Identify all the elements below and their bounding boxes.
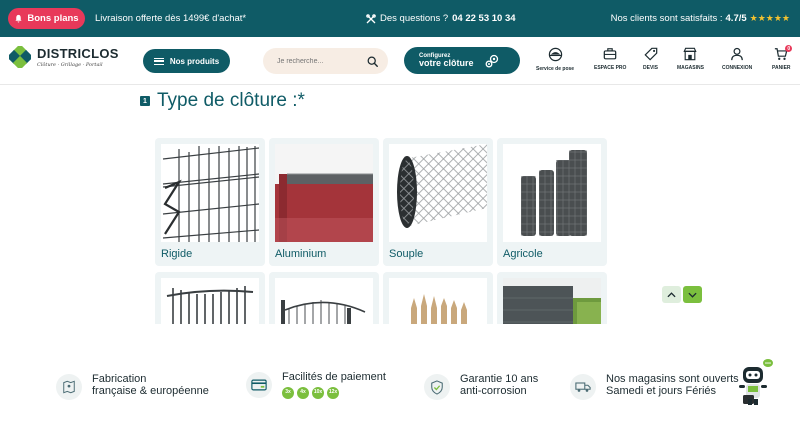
fence-option-rigide[interactable]: Rigide [155,138,265,266]
scroll-up-button[interactable] [662,286,681,303]
hamburger-menu-icon [153,57,164,65]
payment-chip: 12x [327,386,339,399]
tools-icon [366,13,376,23]
fence-option-label: Aluminium [275,248,327,260]
nos-produits-label: Nos produits [169,56,220,66]
fence-option-aluminium[interactable]: Aluminium [269,138,379,266]
customer-rating: Nos clients sont satisfaits : 4.7/5 ★★★★… [611,13,790,24]
payment-options: 3x 4x 10x 12x [282,386,386,399]
feature-line1: Garantie 10 ans [460,373,539,385]
questions-label: Des questions ? [380,13,449,24]
reassurance-bar: Fabrication française & européenne Facil… [0,362,800,412]
feature-line2: anti-corrosion [460,384,527,397]
tag-icon [643,47,657,61]
fence-image [503,278,601,324]
satisfied-label: Nos clients sont satisfaits : [610,13,723,24]
step-title: 1 Type de clôture :* [140,90,305,112]
nav-service-de-pose[interactable]: Service de pose [536,47,574,72]
delivery-truck-icon [570,374,596,400]
worker-helmet-icon [548,47,562,62]
aluminium-fence-image [275,144,373,242]
nos-produits-button[interactable]: Nos produits [143,49,230,73]
logo-tagline: Clôture · Grillage · Portail [37,62,103,68]
feature-line1: Nos magasins sont ouverts [606,373,739,385]
nav-connexion[interactable]: CONNEXION [722,47,752,71]
fence-option-label: Agricole [503,248,543,260]
step-number-badge: 1 [140,96,150,106]
nav-espace-pro[interactable]: ESPACE PRO [594,47,626,71]
shipping-banner: Livraison offerte dès 1499€ d'achat* [95,13,247,24]
config-line2: votre clôture [419,57,474,68]
phone-number[interactable]: 04 22 53 10 34 [452,13,515,24]
search-input[interactable] [277,57,367,65]
map-pin-icon [56,374,82,400]
search-icon[interactable] [367,55,378,68]
user-icon [731,47,744,61]
chatbot-launcher[interactable] [735,357,775,407]
feature-line2: Samedi et jours Fériés [606,384,717,397]
nav-magasins[interactable]: MAGASINS [677,47,704,71]
nav-label: MAGASINS [677,65,704,71]
grid-scroll-controls [662,286,702,303]
chevron-up-icon [667,291,676,297]
feature-magasins: Nos magasins sont ouverts Samedi et jour… [570,373,739,400]
rigid-fence-image [161,144,259,242]
gears-icon [485,54,498,67]
nav-panier[interactable]: 0 PANIER [772,45,793,71]
bons-plans-button[interactable]: Bons plans [8,8,85,29]
questions-contact[interactable]: Des questions ? 04 22 53 10 34 [366,13,516,24]
rating-stars-icon: ★★★★★ [749,13,790,23]
nav-label: Service de pose [536,66,575,72]
fence-image [275,278,373,324]
chevron-down-icon [688,292,697,298]
configurer-cloture-button[interactable]: Configurez votre clôture [404,47,520,74]
feature-line1: Facilités de paiement [282,371,386,383]
credit-card-icon [246,372,272,398]
bons-plans-label: Bons plans [27,13,79,24]
robot-assistant-icon [739,359,773,405]
districlos-logo[interactable]: DISTRICLOS Clôture · Grillage · Portail [6,43,119,71]
bell-icon [15,14,23,23]
fence-option-card[interactable] [497,272,607,324]
scroll-down-button[interactable] [683,286,702,303]
fence-option-agricole[interactable]: Agricole [497,138,607,266]
top-promo-bar: Bons plans Livraison offerte dès 1499€ d… [0,0,800,37]
nav-label: PANIER [772,65,791,71]
briefcase-icon [603,48,617,60]
payment-chip: 3x [282,386,294,399]
nav-devis[interactable]: DEVIS [643,47,658,71]
fence-option-label: Rigide [161,248,193,260]
payment-chip: 4x [297,386,309,399]
fence-image [389,278,487,324]
feature-garantie: Garantie 10 ans anti-corrosion [424,373,539,400]
feature-line2: française & européenne [92,384,209,397]
fence-option-souple[interactable]: Souple [383,138,493,266]
logo-mark-icon [6,43,34,71]
fence-image [161,278,259,324]
feature-fabrication: Fabrication française & européenne [56,373,209,400]
flexible-fence-image [389,144,487,242]
agricultural-fence-image [503,144,601,242]
rating-score: 4.7/5 [725,13,747,24]
fence-option-label: Souple [389,248,424,260]
fence-option-card[interactable] [383,272,493,324]
feature-paiement: Facilités de paiement 3x 4x 10x 12x [246,371,386,399]
main-header: DISTRICLOS Clôture · Grillage · Portail … [0,37,800,85]
nav-label: CONNEXION [722,65,753,71]
nav-label: DEVIS [643,65,659,71]
feature-line1: Fabrication [92,373,147,385]
fence-option-card[interactable] [269,272,379,324]
step-label: Type de clôture :* [157,90,305,111]
fence-option-card[interactable] [155,272,265,324]
shield-check-icon [424,374,450,400]
search-bar [263,48,388,74]
nav-label: ESPACE PRO [594,65,627,71]
cart-count-badge: 0 [785,45,793,52]
store-icon [683,47,698,61]
fence-type-grid: Rigide Aluminium Souple Agricole [155,138,609,324]
payment-chip: 10x [312,386,324,399]
logo-name: DISTRICLOS [37,46,119,61]
